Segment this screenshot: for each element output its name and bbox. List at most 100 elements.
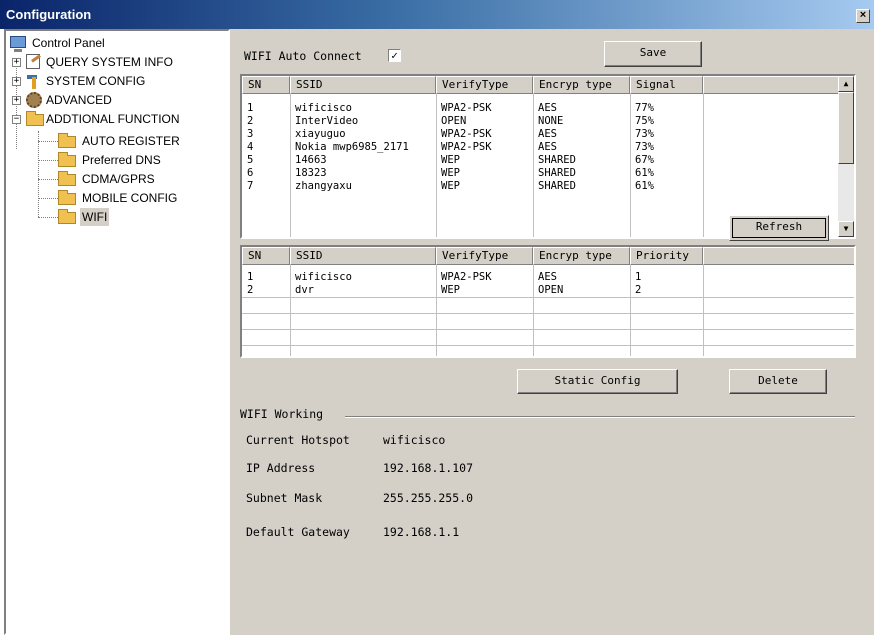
table-cell[interactable]: WPA2-PSK	[436, 102, 533, 114]
tree-item-label: WIFI	[80, 208, 110, 226]
table-cell[interactable]: InterVideo	[290, 115, 436, 127]
column-header-signal[interactable]: Signal	[630, 76, 703, 94]
table-cell[interactable]: OPEN	[436, 115, 533, 127]
table-cell[interactable]: NONE	[533, 115, 630, 127]
tree-item-label: MOBILE CONFIG	[82, 191, 178, 205]
tree-root-label: Control Panel	[32, 36, 105, 50]
table-cell[interactable]: zhangyaxu	[290, 180, 436, 192]
table-cell[interactable]: 75%	[630, 115, 703, 127]
grid-line	[242, 297, 854, 298]
wifi-config-panel: WIFI Auto Connect ✓ Save SN SSID VerifyT…	[230, 29, 874, 635]
table-cell[interactable]: 73%	[630, 141, 703, 153]
column-header-encryp-type[interactable]: Encryp type	[533, 247, 630, 265]
table-cell[interactable]: WEP	[436, 284, 533, 296]
tools-icon	[26, 73, 42, 89]
expand-plus-icon[interactable]: +	[12, 96, 21, 105]
table-cell[interactable]: 2	[242, 284, 290, 296]
tree-item-additional-function[interactable]: − ADDTIONAL FUNCTION	[12, 110, 212, 128]
window-title: Configuration	[6, 7, 92, 22]
collapse-minus-icon[interactable]: −	[12, 115, 21, 124]
table-cell[interactable]: wificisco	[290, 102, 436, 114]
table-cell[interactable]: 4	[242, 141, 290, 153]
tree-item-system-config[interactable]: + SYSTEM CONFIG	[12, 72, 212, 90]
tree-item-label: QUERY SYSTEM INFO	[46, 55, 173, 69]
table-cell[interactable]: WPA2-PSK	[436, 128, 533, 140]
static-config-button[interactable]: Static Config	[517, 369, 678, 394]
table-cell[interactable]: 5	[242, 154, 290, 166]
table-cell[interactable]: 14663	[290, 154, 436, 166]
wifi-auto-connect-checkbox[interactable]: ✓	[388, 49, 401, 62]
tree-item-wifi[interactable]: WIFI	[58, 208, 218, 226]
close-button[interactable]: ×	[856, 9, 870, 23]
subnet-mask-value: 255.255.255.0	[383, 491, 474, 505]
table-cell[interactable]: Nokia mwp6985_2171	[290, 141, 436, 153]
vertical-scrollbar[interactable]: ▲ ▼	[838, 76, 854, 237]
delete-button[interactable]: Delete	[729, 369, 827, 394]
table-cell[interactable]: 1	[630, 271, 703, 283]
tree-item-auto-register[interactable]: AUTO REGISTER	[58, 132, 218, 150]
table-cell[interactable]: OPEN	[533, 284, 630, 296]
refresh-button[interactable]: Refresh	[729, 215, 829, 241]
title-bar: Configuration ×	[0, 0, 874, 29]
column-header-sn[interactable]: SN	[242, 247, 290, 265]
table-cell[interactable]: 7	[242, 180, 290, 192]
saved-networks-table[interactable]: SN SSID VerifyType Encryp type Priority …	[240, 245, 856, 358]
column-header-verifytype[interactable]: VerifyType	[436, 247, 533, 265]
column-header-encryp-type[interactable]: Encryp type	[533, 76, 630, 94]
column-header-ssid[interactable]: SSID	[290, 76, 436, 94]
table-cell[interactable]: AES	[533, 271, 630, 283]
tree-item-preferred-dns[interactable]: Preferred DNS	[58, 151, 218, 169]
table-cell[interactable]: WEP	[436, 154, 533, 166]
table-cell[interactable]: AES	[533, 102, 630, 114]
folder-icon	[58, 152, 76, 167]
table-cell[interactable]: xiayuguo	[290, 128, 436, 140]
tree-item-label: SYSTEM CONFIG	[46, 74, 146, 88]
table-cell[interactable]: WPA2-PSK	[436, 141, 533, 153]
tree-item-cdma-gprs[interactable]: CDMA/GPRS	[58, 170, 218, 188]
group-divider	[345, 416, 855, 418]
expand-plus-icon[interactable]: +	[12, 77, 21, 86]
table-cell[interactable]: AES	[533, 141, 630, 153]
tree-item-label: Preferred DNS	[82, 153, 161, 167]
tree-item-advanced[interactable]: + ADVANCED	[12, 91, 212, 109]
tree-item-label: ADVANCED	[46, 93, 112, 107]
table-cell[interactable]: SHARED	[533, 180, 630, 192]
table-cell[interactable]: 18323	[290, 167, 436, 179]
table-cell[interactable]: AES	[533, 128, 630, 140]
table-cell[interactable]: SHARED	[533, 154, 630, 166]
table-cell[interactable]: WEP	[436, 180, 533, 192]
table-cell[interactable]: 3	[242, 128, 290, 140]
document-icon	[26, 54, 40, 69]
table-cell[interactable]: 73%	[630, 128, 703, 140]
table-cell[interactable]: 2	[630, 284, 703, 296]
default-gateway-label: Default Gateway	[246, 525, 350, 539]
scroll-thumb[interactable]	[838, 92, 854, 164]
table-cell[interactable]: wificisco	[290, 271, 436, 283]
table-cell[interactable]: 77%	[630, 102, 703, 114]
tree-connector	[38, 131, 39, 217]
table-cell[interactable]: 1	[242, 271, 290, 283]
column-header-verifytype[interactable]: VerifyType	[436, 76, 533, 94]
folder-icon	[58, 190, 76, 205]
table-cell[interactable]: 6	[242, 167, 290, 179]
table-cell[interactable]: 61%	[630, 180, 703, 192]
column-header-priority[interactable]: Priority	[630, 247, 703, 265]
column-header-sn[interactable]: SN	[242, 76, 290, 94]
scroll-up-icon[interactable]: ▲	[838, 76, 854, 92]
table-cell[interactable]: 61%	[630, 167, 703, 179]
table-cell[interactable]: WPA2-PSK	[436, 271, 533, 283]
table-cell[interactable]: 67%	[630, 154, 703, 166]
save-button[interactable]: Save	[604, 41, 702, 67]
table-cell[interactable]: SHARED	[533, 167, 630, 179]
gear-icon	[26, 92, 42, 108]
tree-item-query-system-info[interactable]: + QUERY SYSTEM INFO	[12, 53, 212, 71]
tree-item-mobile-config[interactable]: MOBILE CONFIG	[58, 189, 218, 207]
table-cell[interactable]: dvr	[290, 284, 436, 296]
column-header-ssid[interactable]: SSID	[290, 247, 436, 265]
expand-plus-icon[interactable]: +	[12, 58, 21, 67]
table-cell[interactable]: WEP	[436, 167, 533, 179]
table-cell[interactable]: 1	[242, 102, 290, 114]
table-cell[interactable]: 2	[242, 115, 290, 127]
scroll-down-icon[interactable]: ▼	[838, 221, 854, 237]
ip-address-value: 192.168.1.107	[383, 461, 474, 475]
